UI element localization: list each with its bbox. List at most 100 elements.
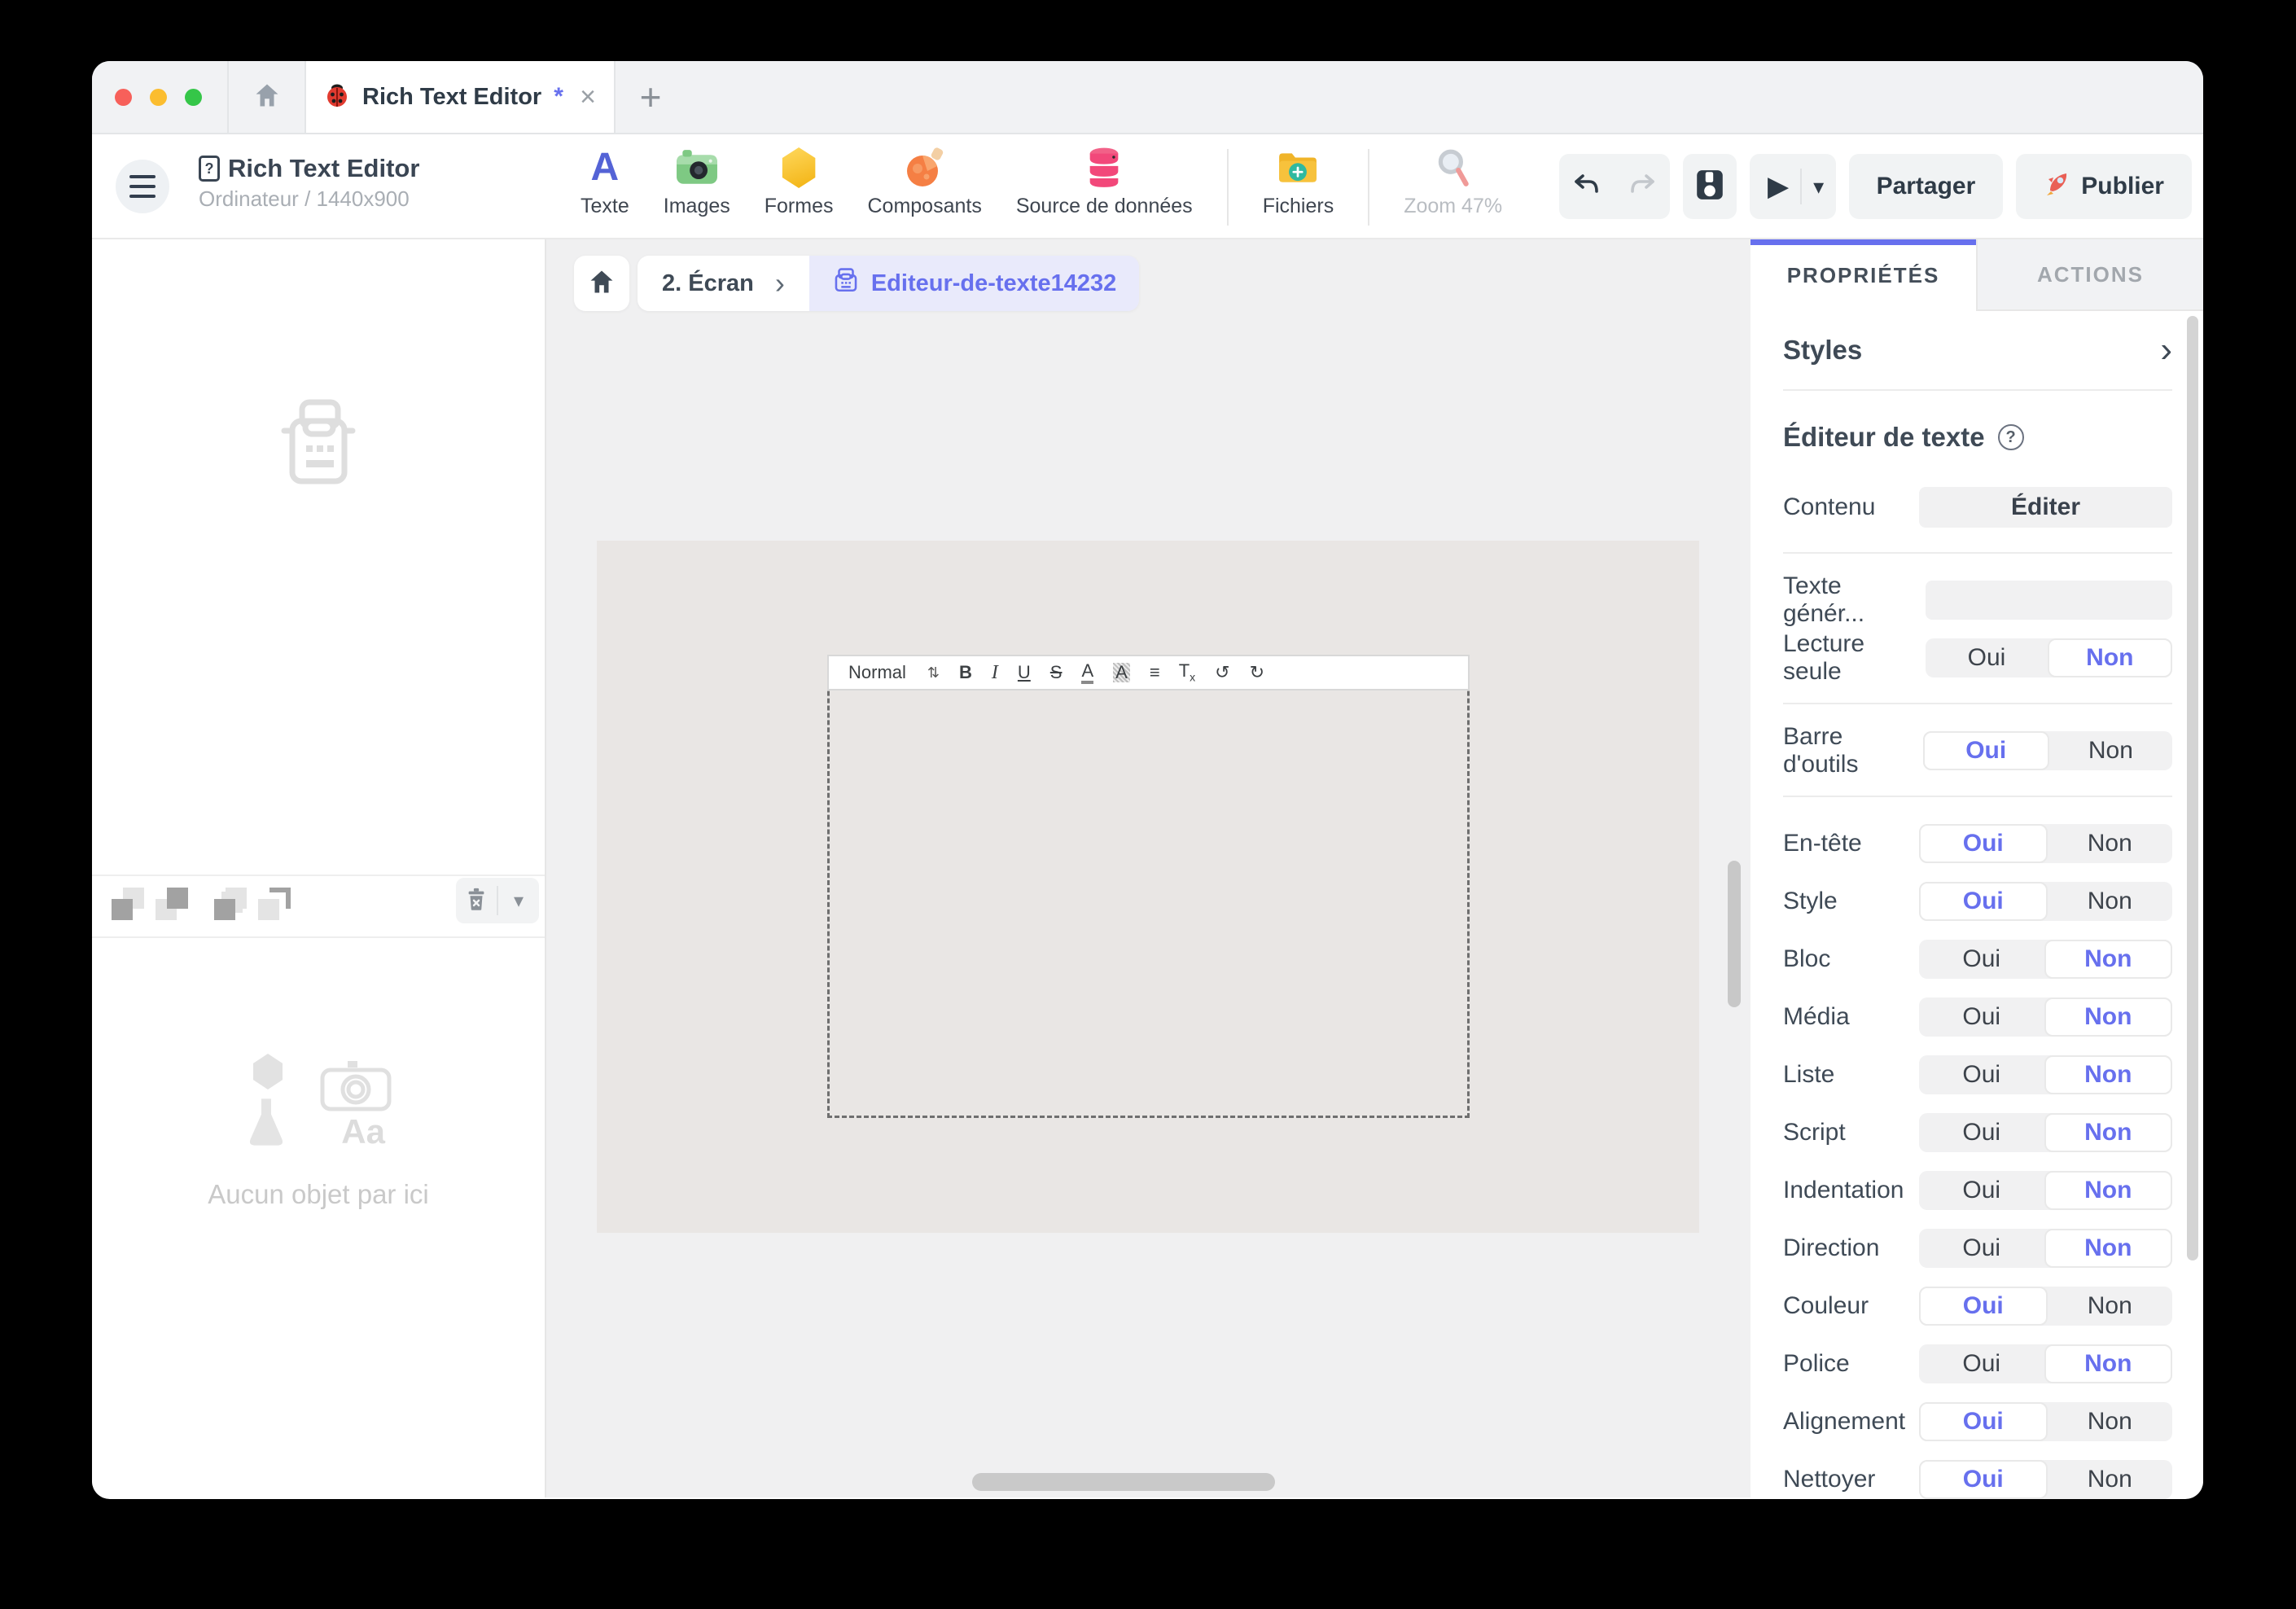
undo-button[interactable] [1559, 169, 1615, 204]
toggle-non[interactable]: Non [2048, 882, 2173, 921]
save-icon [1695, 169, 1724, 205]
panel-tab-propriétés[interactable]: PROPRIÉTÉS [1750, 239, 1976, 311]
home-tab[interactable] [229, 61, 306, 133]
tool-composants[interactable]: Composants [867, 144, 981, 230]
chevron-right-icon: › [775, 266, 785, 300]
toggle-oui[interactable]: Oui [1919, 824, 2048, 863]
delete-element-button[interactable] [456, 887, 497, 915]
toggle-oui[interactable]: Oui [1919, 1055, 2044, 1094]
toggle-non[interactable]: Non [2048, 1287, 2173, 1326]
property-row-indentation: IndentationOuiNon [1783, 1170, 2172, 1211]
toggle-non[interactable]: Non [2044, 1055, 2173, 1094]
property-label: Bloc [1783, 945, 1830, 973]
tool-formes[interactable]: Formes [765, 144, 834, 230]
preview-options-caret[interactable]: ▾ [1802, 174, 1835, 199]
rte-bold-icon[interactable]: B [959, 664, 972, 682]
tool-texte[interactable]: ATexte [581, 144, 629, 230]
bring-to-front-icon[interactable] [258, 888, 291, 920]
tool-images[interactable]: Images [664, 144, 730, 230]
breadcrumb-home-button[interactable] [574, 256, 629, 311]
toggle-oui[interactable]: Oui [1919, 882, 2048, 921]
toggle-non[interactable]: Non [2044, 1344, 2173, 1383]
redo-button[interactable] [1615, 169, 1670, 204]
tab-title: Rich Text Editor [362, 84, 541, 111]
toggle-non[interactable]: Non [2048, 1402, 2173, 1441]
send-backward-icon[interactable] [112, 888, 144, 920]
breadcrumb-screen-item[interactable]: 2. Écran › [638, 256, 809, 311]
text-input[interactable] [1926, 581, 2172, 620]
delete-options-caret[interactable]: ▾ [498, 889, 539, 913]
rte-clear-format-icon[interactable]: Tx [1179, 662, 1195, 682]
edit-content-button[interactable]: Éditer [1919, 487, 2172, 528]
bring-forward-icon[interactable] [156, 888, 188, 920]
toggle-non[interactable]: Non [2044, 1229, 2173, 1268]
toggle-non[interactable]: Non [2049, 731, 2172, 770]
zoom-control[interactable]: Zoom 47% [1404, 144, 1502, 230]
toggle-non[interactable]: Non [2044, 997, 2173, 1037]
zoom-window-button[interactable] [185, 89, 202, 106]
rte-format-select[interactable]: Normal [848, 664, 906, 682]
toggle-oui[interactable]: Oui [1919, 940, 2044, 979]
toggle-non[interactable]: Non [2044, 940, 2173, 979]
insert-tools: ATexte Images Formes Composants Source de do… [581, 144, 1502, 230]
panel-scrollbar[interactable] [2187, 316, 2198, 1260]
rte-align-icon[interactable]: ≡ [1150, 664, 1159, 682]
toggle-liste: OuiNon [1919, 1055, 2172, 1094]
chevron-right-icon: › [2160, 330, 2172, 370]
publish-button[interactable]: Publier [2016, 154, 2192, 219]
selection-outline [827, 655, 1470, 1118]
share-button[interactable]: Partager [1849, 154, 2004, 219]
design-canvas[interactable]: Normal ⇅BIUSAA≡Tx↺↻ 2. Écran › [546, 239, 1750, 1497]
images-icon [676, 144, 718, 191]
styles-label: Styles [1783, 335, 1862, 366]
toggle-non[interactable]: Non [2048, 824, 2173, 863]
toggle-oui[interactable]: Oui [1919, 1344, 2044, 1383]
unsaved-indicator: * [554, 83, 563, 111]
menu-button[interactable] [116, 160, 169, 213]
canvas-horizontal-scrollbar[interactable] [972, 1473, 1275, 1491]
minimize-window-button[interactable] [150, 89, 167, 106]
send-to-back-icon[interactable] [214, 888, 247, 920]
breadcrumb-element-item[interactable]: Editeur-de-texte14232 [809, 256, 1139, 311]
rich-text-editor-element[interactable]: Normal ⇅BIUSAA≡Tx↺↻ [827, 655, 1470, 1118]
toggle-non[interactable]: Non [2048, 638, 2172, 677]
help-icon[interactable]: ? [1998, 424, 2024, 450]
tool-fichiers[interactable]: Fichiers [1263, 144, 1334, 230]
save-button[interactable] [1683, 154, 1737, 219]
toggle-non[interactable]: Non [2044, 1171, 2173, 1210]
preview-play-button[interactable]: ▶ [1750, 170, 1800, 203]
toggle-script: OuiNon [1919, 1113, 2172, 1152]
toggle-oui[interactable]: Oui [1923, 731, 2049, 770]
rte-size-arrows-icon[interactable]: ⇅ [927, 665, 940, 680]
toggle-oui[interactable]: Oui [1919, 997, 2044, 1037]
property-row-script: ScriptOuiNon [1783, 1112, 2172, 1153]
styles-section-button[interactable]: Styles › [1783, 311, 2172, 391]
rte-redo-icon[interactable]: ↻ [1250, 664, 1264, 682]
toggle-non[interactable]: Non [2044, 1113, 2173, 1152]
magnifier-icon [1435, 144, 1472, 191]
tool-source-de-donn-es[interactable]: Source de données [1016, 144, 1193, 230]
active-tab[interactable]: Rich Text Editor * × [306, 61, 616, 133]
rte-italic-icon[interactable]: I [992, 663, 998, 682]
empty-state-illustration: Aa [245, 1054, 392, 1151]
close-window-button[interactable] [115, 89, 132, 106]
toggle-non[interactable]: Non [2048, 1460, 2173, 1499]
rte-text-color-icon[interactable]: A [1081, 662, 1093, 684]
new-tab-button[interactable]: + [616, 61, 686, 133]
rte-underline-icon[interactable]: U [1018, 664, 1031, 682]
toggle-oui[interactable]: Oui [1926, 638, 2047, 677]
close-tab-icon[interactable]: × [580, 83, 596, 111]
toggle-oui[interactable]: Oui [1919, 1229, 2044, 1268]
breadcrumb: 2. Écran › [574, 256, 1139, 311]
toggle-oui[interactable]: Oui [1919, 1460, 2048, 1499]
property-label: Police [1783, 1350, 1850, 1378]
rte-bg-color-icon[interactable]: A [1113, 663, 1130, 682]
toggle-oui[interactable]: Oui [1919, 1171, 2044, 1210]
toggle-oui[interactable]: Oui [1919, 1287, 2048, 1326]
toggle-oui[interactable]: Oui [1919, 1402, 2048, 1441]
panel-tab-actions[interactable]: ACTIONS [1976, 239, 2203, 311]
canvas-vertical-scrollbar[interactable] [1728, 861, 1741, 1007]
rte-undo-icon[interactable]: ↺ [1215, 664, 1229, 682]
toggle-oui[interactable]: Oui [1919, 1113, 2044, 1152]
rte-strike-icon[interactable]: S [1050, 664, 1063, 682]
